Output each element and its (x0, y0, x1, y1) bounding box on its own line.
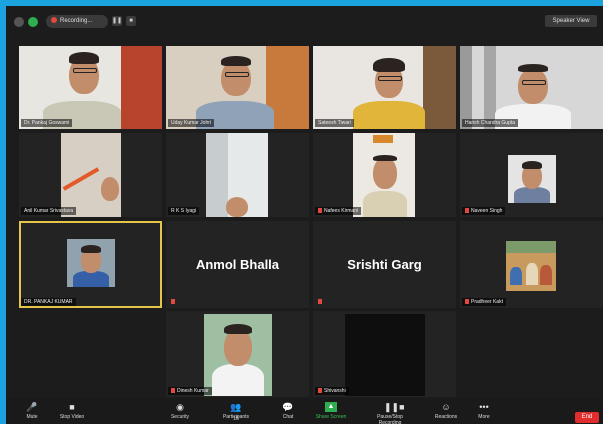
chat-bubble-icon: 💬 (282, 402, 294, 412)
reactions-button[interactable]: ☺ Reactions (426, 399, 466, 424)
participant-name: Uday Kumar Johri (168, 119, 215, 127)
participant-tile[interactable]: Dr. Pankaj Goswami (19, 46, 162, 129)
participant-video (204, 314, 272, 396)
security-button[interactable]: ◉ Security (160, 399, 200, 424)
muted-mic-icon (171, 299, 175, 304)
participant-name: Harish Chandra Gupta (462, 119, 519, 127)
reaction-emoji-icon: ☺ (441, 402, 451, 412)
recording-label: Recording... (60, 18, 93, 24)
pause-stop-recording-button[interactable]: ❚❚■ Pause/Stop Recording (366, 399, 414, 424)
participant-name: Anil Kumar Srivastava (21, 207, 77, 215)
participant-name: Dr. Pankaj Goswami (21, 119, 73, 127)
participant-tile[interactable]: Anmol Bhalla (166, 221, 309, 308)
participant-tile[interactable]: Anil Kumar Srivastava (19, 133, 162, 217)
participant-name: Dinesh Kumar (168, 387, 212, 395)
participant-tile[interactable]: Sateesh Tiwari (313, 46, 456, 129)
participant-display-name: Srishti Garg (347, 257, 422, 272)
participant-tile[interactable]: R K S Iyagi (166, 133, 309, 217)
meeting-top-bar: Recording... ❚❚ ■ Speaker View (6, 6, 603, 38)
pause-stop-icon: ❚❚■ (384, 402, 405, 412)
participant-video (313, 46, 456, 129)
participant-video (67, 239, 115, 287)
more-dots-icon: ••• (479, 402, 489, 412)
participant-name: Shivanshi (315, 387, 349, 395)
participant-name: Pradheer Kakt (462, 298, 506, 306)
participant-tile[interactable]: Pradheer Kakt (460, 221, 603, 308)
muted-mic-icon (171, 388, 175, 393)
participant-video (506, 241, 556, 291)
end-meeting-button[interactable]: End (575, 412, 599, 423)
chat-button[interactable]: 💬 Chat (268, 399, 308, 424)
stop-recording-icon[interactable]: ■ (126, 16, 136, 26)
participant-tile[interactable]: Nafees Kirmani (313, 133, 456, 217)
recording-dot-icon (51, 17, 57, 23)
info-icon[interactable] (14, 17, 24, 27)
pause-recording-icon[interactable]: ❚❚ (112, 16, 122, 26)
meeting-window: Recording... ❚❚ ■ Speaker View Dr. Panka… (6, 6, 603, 424)
muted-mic-icon (465, 299, 469, 304)
muted-mic-icon (318, 208, 322, 213)
participant-tile[interactable]: Harish Chandra Gupta (460, 46, 603, 129)
active-speaker-tile[interactable]: DR. PANKAJ KUMAR (19, 221, 162, 308)
participant-tile[interactable]: Srishti Garg (313, 221, 456, 308)
muted-indicator (315, 298, 327, 306)
microphone-icon: 🎤 (26, 402, 38, 412)
stop-video-button[interactable]: ■ Stop Video (52, 399, 92, 424)
participant-name: DR. PANKAJ KUMAR (21, 298, 76, 306)
participant-video (508, 155, 556, 203)
participants-icon: 👥16 (230, 402, 242, 422)
encryption-shield-icon[interactable] (28, 17, 38, 27)
participant-video (19, 46, 162, 129)
participants-button[interactable]: 👥16 Participants (216, 399, 256, 424)
video-camera-icon: ■ (69, 402, 75, 412)
participant-video (61, 133, 121, 217)
participant-name: Naveen Singh (462, 207, 506, 215)
participant-name: Sateesh Tiwari (315, 119, 354, 127)
participant-name: Nafees Kirmani (315, 207, 362, 215)
participant-tile[interactable]: Naveen Singh (460, 133, 603, 217)
meeting-controls-bar: 🎤 Mute ■ Stop Video ◉ Security 👥16 Participa… (6, 398, 603, 424)
muted-mic-icon (465, 208, 469, 213)
participant-tile[interactable]: Shivanshi (313, 311, 456, 397)
participant-name: R K S Iyagi (168, 207, 200, 215)
recording-indicator[interactable]: Recording... (46, 15, 108, 28)
participant-video (353, 133, 415, 217)
participant-tile[interactable]: Uday Kumar Johri (166, 46, 309, 129)
muted-indicator (168, 298, 180, 306)
participant-video (166, 46, 309, 129)
participant-video (206, 133, 268, 217)
participant-display-name: Anmol Bhalla (195, 257, 280, 272)
participant-tile[interactable]: Dinesh Kumar (166, 311, 309, 397)
more-button[interactable]: ••• More (464, 399, 504, 424)
mute-button[interactable]: 🎤 Mute (12, 399, 52, 424)
speaker-view-button[interactable]: Speaker View (545, 15, 597, 27)
share-screen-icon: ▲ (325, 402, 337, 412)
share-screen-button[interactable]: ▲ Share Screen (311, 399, 351, 424)
muted-mic-icon (318, 299, 322, 304)
shield-icon: ◉ (176, 402, 184, 412)
participant-video (460, 46, 603, 129)
muted-mic-icon (318, 388, 322, 393)
participant-video (345, 314, 425, 396)
